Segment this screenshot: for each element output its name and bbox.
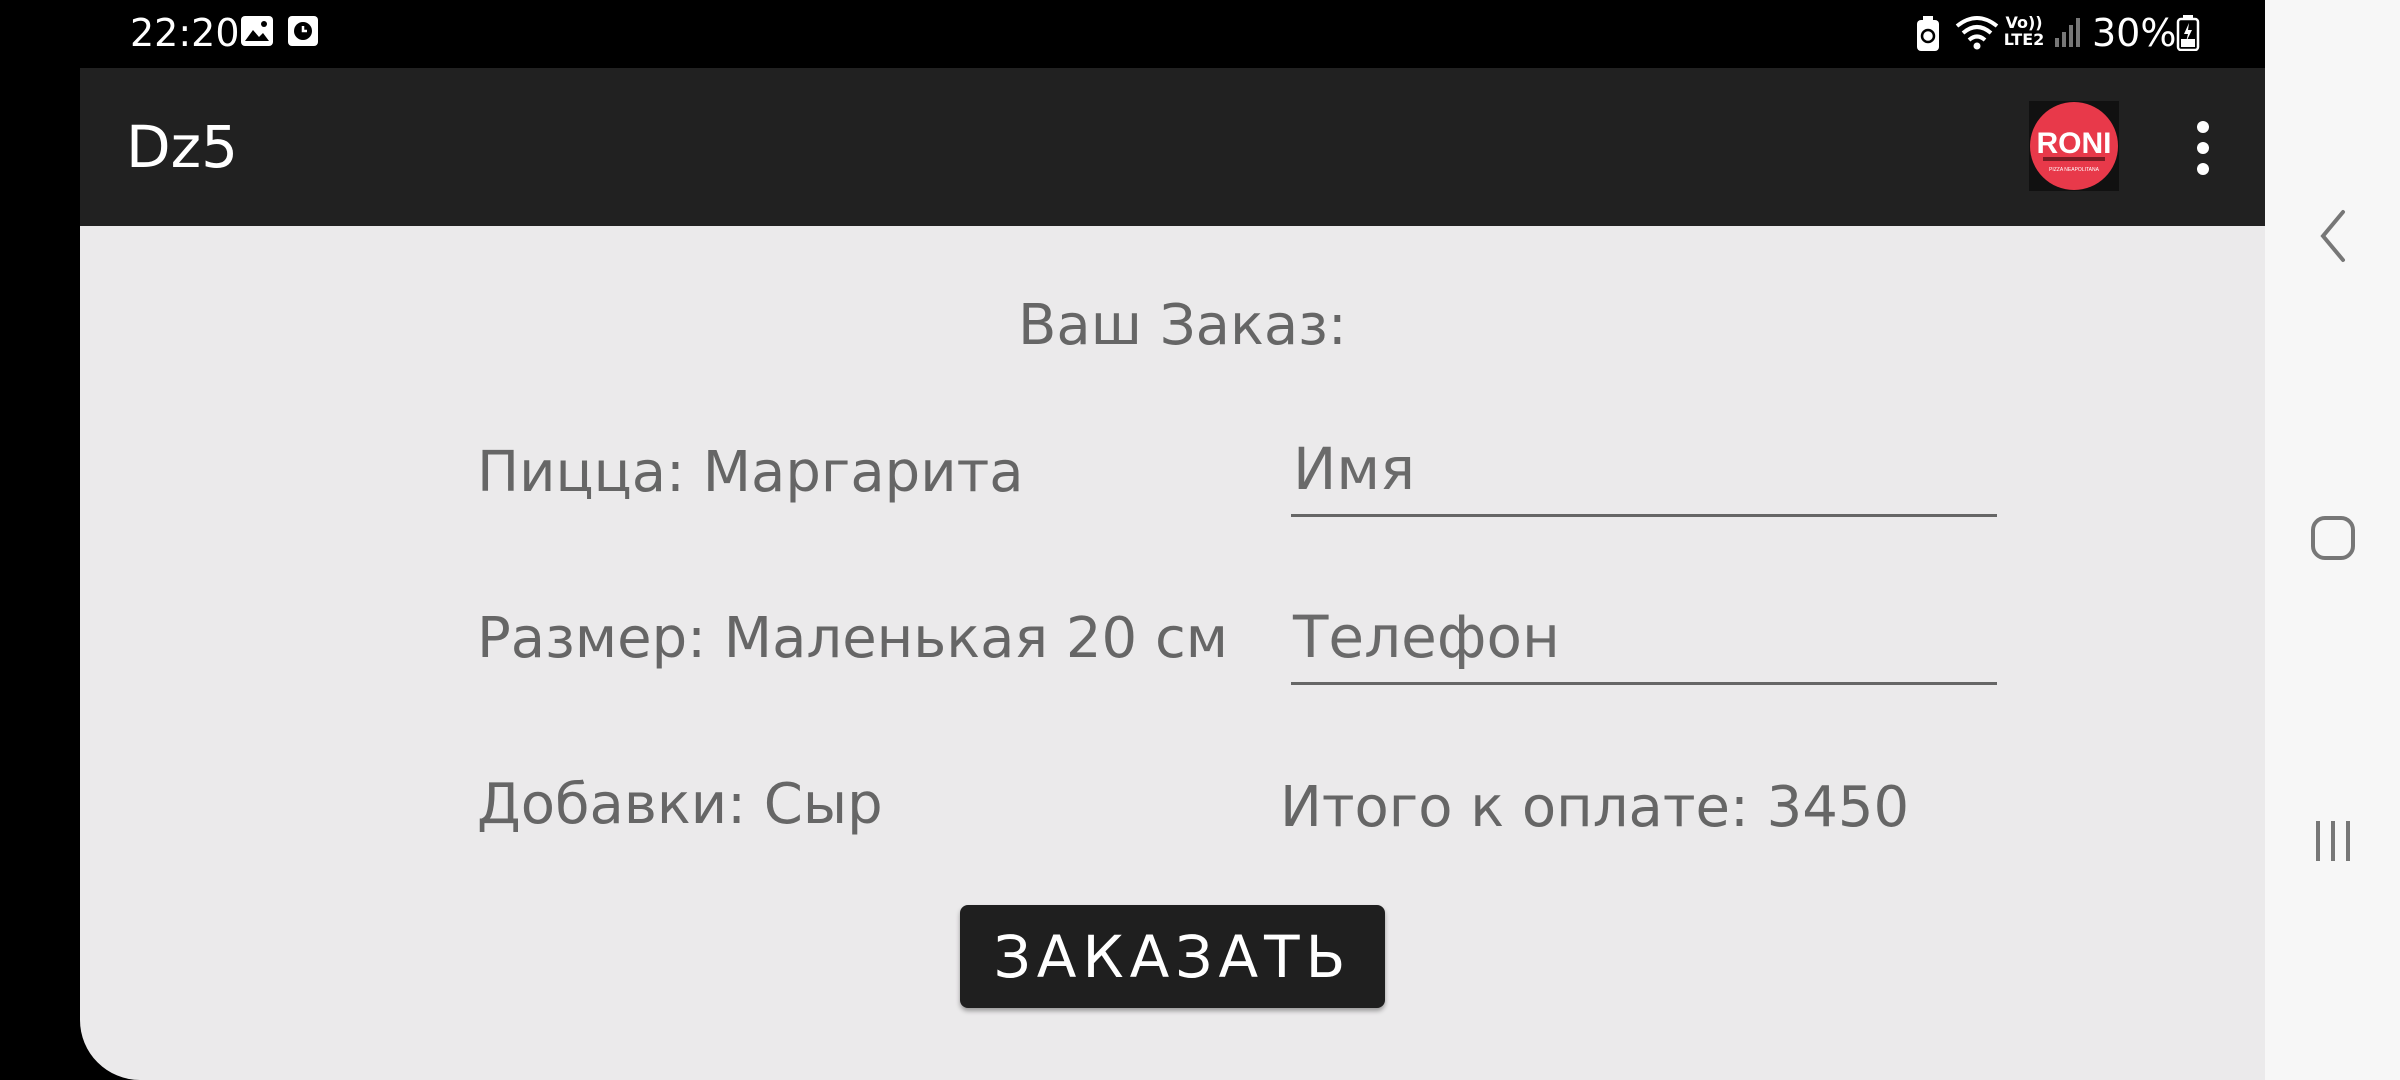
app-toolbar: Dz5 RONI PIZZA NEAPOLITANA: [80, 68, 2265, 226]
logo-text: RONI: [2037, 127, 2112, 160]
recents-icon[interactable]: [2295, 803, 2370, 878]
overflow-menu-icon[interactable]: [2178, 108, 2228, 188]
logo-subtext: PIZZA NEAPOLITANA: [2049, 167, 2100, 173]
wifi-icon: [1955, 14, 1999, 54]
signal-icon: [2054, 16, 2082, 52]
battery-percent: 30%: [2092, 11, 2177, 55]
name-placeholder: Имя: [1293, 435, 1416, 503]
app-window: Dz5 RONI PIZZA NEAPOLITANA Ваш Заказ: Пи…: [80, 68, 2265, 1080]
navigation-bar: [2265, 0, 2400, 1080]
name-field[interactable]: Имя: [1291, 418, 1997, 517]
app-title: Dz5: [126, 113, 239, 181]
home-icon[interactable]: [2295, 500, 2370, 575]
pizza-label: Пицца: Маргарита: [477, 440, 1024, 505]
status-bar: 22:20 Vo)) LTE2 30%: [0, 0, 2265, 68]
volte-indicator: Vo)) LTE2: [2003, 13, 2045, 49]
order-heading: Ваш Заказ:: [1018, 293, 1347, 358]
status-time: 22:20: [130, 11, 240, 55]
clock-app-icon: [287, 14, 319, 52]
roni-logo[interactable]: RONI PIZZA NEAPOLITANA: [2029, 101, 2119, 191]
battery-icon: [2176, 15, 2200, 55]
phone-field[interactable]: Телефон: [1291, 586, 1997, 685]
size-label: Размер: Маленькая 20 см: [477, 606, 1228, 671]
total-label: Итого к оплате: 3450: [1280, 775, 1910, 840]
image-icon: [240, 14, 274, 52]
battery-saver-icon: [1916, 16, 1940, 56]
screen: 22:20 Vo)) LTE2 30% Dz5 RONI PIZZA NEAPO…: [0, 0, 2400, 1080]
order-button[interactable]: ЗАКАЗАТЬ: [960, 905, 1385, 1008]
back-icon[interactable]: [2295, 198, 2370, 273]
extras-label: Добавки: Сыр: [477, 772, 883, 837]
phone-placeholder: Телефон: [1293, 603, 1560, 671]
